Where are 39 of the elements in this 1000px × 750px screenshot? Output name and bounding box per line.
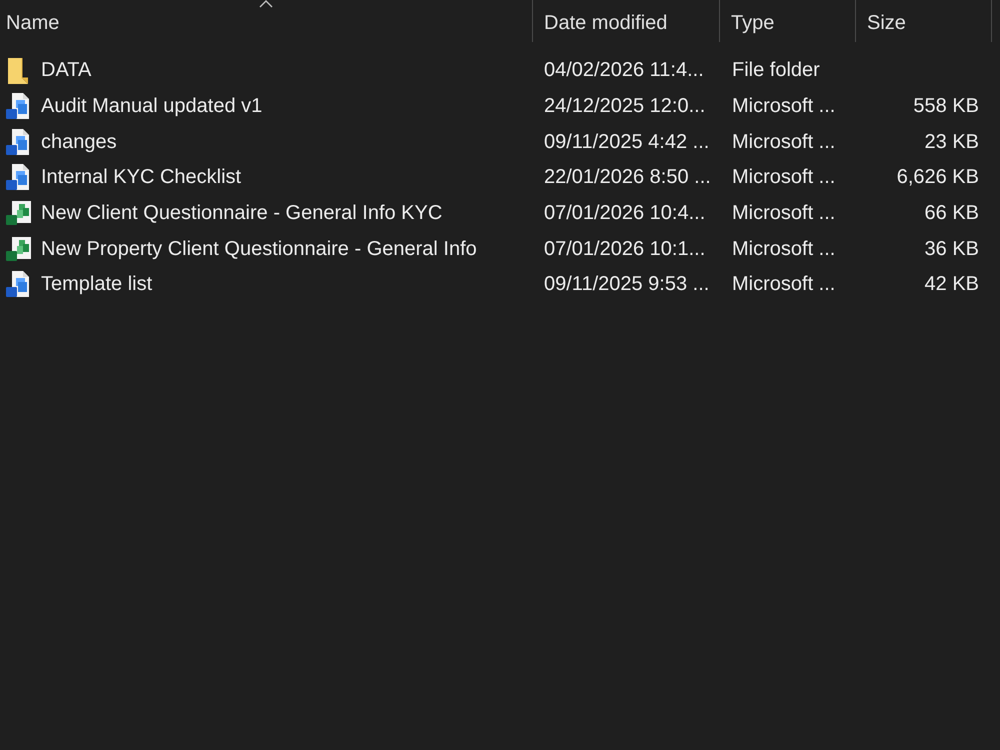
spreadsheet-icon — [6, 201, 32, 226]
document-icon — [6, 93, 30, 120]
date-modified: 24/12/2025 12:0... — [544, 95, 706, 118]
file-type: Microsoft ... — [732, 202, 836, 224]
file-size: 6,626 KB — [896, 166, 979, 188]
column-header[interactable]: Date modified — [533, 0, 720, 42]
file-type: Microsoft ... — [732, 130, 836, 153]
column-header[interactable]: Name — [0, 0, 533, 42]
date-modified: 07/01/2026 10:1... — [544, 238, 706, 260]
file-type: File folder — [732, 59, 820, 82]
file-name[interactable]: Audit Manual updated v1 — [41, 95, 262, 118]
sort-ascending-icon — [259, 0, 273, 8]
file-type: Microsoft ... — [732, 238, 836, 260]
file-name[interactable]: Template list — [41, 273, 152, 296]
date-modified: 07/01/2026 10:4... — [544, 202, 706, 224]
file-name[interactable]: New Property Client Questionnaire - General Info — [41, 238, 477, 261]
file-name[interactable]: New Client Questionnaire - General Info KYC — [41, 202, 442, 226]
date-modified: 22/01/2026 8:50 ... — [544, 166, 711, 188]
file-type: Microsoft ... — [732, 273, 836, 296]
file-name[interactable]: changes — [41, 130, 117, 154]
file-name[interactable]: Internal KYC Checklist — [41, 166, 242, 190]
document-icon — [6, 128, 30, 156]
column-header[interactable]: Size — [856, 0, 992, 42]
file-type: Microsoft ... — [732, 95, 836, 118]
column-header[interactable]: Type — [720, 0, 856, 42]
date-modified: 09/11/2025 9:53 ... — [544, 273, 710, 296]
file-size: 42 KB — [924, 273, 979, 296]
date-modified: 04/02/2026 11:4... — [544, 59, 704, 82]
file-size: 36 KB — [924, 238, 979, 260]
file-size: 66 KB — [924, 202, 979, 224]
document-icon — [6, 164, 30, 192]
document-icon — [6, 271, 30, 298]
file-type: Microsoft ... — [732, 166, 836, 188]
file-name[interactable]: DATA — [41, 59, 92, 82]
date-modified: 09/11/2025 4:42 ... — [544, 130, 710, 153]
folder-icon — [6, 56, 30, 85]
spreadsheet-icon — [6, 236, 32, 262]
file-size: 558 KB — [913, 95, 979, 118]
file-size: 23 KB — [924, 130, 979, 153]
